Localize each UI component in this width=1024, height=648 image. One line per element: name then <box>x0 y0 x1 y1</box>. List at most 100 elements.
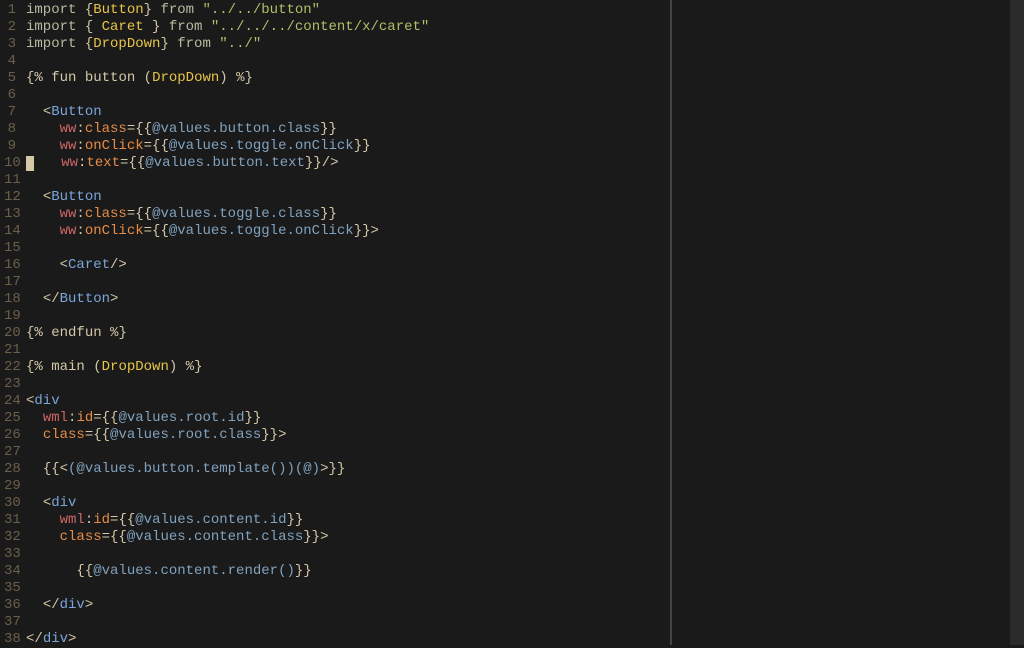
code-token: fun <box>51 70 76 86</box>
code-token: ( <box>144 70 152 86</box>
line-number: 32 <box>4 529 16 546</box>
line-number: 13 <box>4 206 16 223</box>
code-line[interactable]: </Button> <box>26 291 670 308</box>
code-line[interactable] <box>26 376 670 393</box>
code-line[interactable] <box>26 580 670 597</box>
code-line[interactable] <box>26 240 670 257</box>
code-line[interactable]: ww:text={{@values.button.text}}/> <box>26 155 670 172</box>
code-line[interactable]: <Button <box>26 104 670 121</box>
code-line[interactable]: import {DropDown} from "../" <box>26 36 670 53</box>
code-token: class <box>43 427 85 443</box>
code-line[interactable]: {{<(@values.button.template())(@)>}} <box>26 461 670 478</box>
code-line[interactable] <box>26 53 670 70</box>
code-token: > <box>278 427 286 443</box>
code-token: > <box>85 597 93 613</box>
code-line[interactable]: wml:id={{@values.content.id}} <box>26 512 670 529</box>
code-token: @values.toggle.class <box>152 206 320 222</box>
code-token: {% <box>26 70 51 86</box>
code-token: }} <box>320 121 337 137</box>
code-token: Caret <box>68 257 110 273</box>
code-line[interactable]: <Button <box>26 189 670 206</box>
code-token: import <box>26 36 85 52</box>
code-token: main <box>51 359 85 375</box>
code-token: from <box>160 19 210 35</box>
code-token: }} <box>261 427 278 443</box>
code-token: @values.toggle.onClick <box>169 223 354 239</box>
code-token: {{ <box>76 563 93 579</box>
code-line[interactable] <box>26 342 670 359</box>
code-line[interactable] <box>26 172 670 189</box>
code-token: %} <box>228 70 253 86</box>
line-number: 3 <box>4 36 16 53</box>
code-token: ww <box>60 223 77 239</box>
code-line[interactable]: import {Button} from "../../button" <box>26 2 670 19</box>
code-line[interactable]: {{@values.content.render()}} <box>26 563 670 580</box>
code-line[interactable]: class={{@values.root.class}}> <box>26 427 670 444</box>
code-token: {{ <box>43 461 60 477</box>
code-token: {{ <box>152 138 169 154</box>
code-token: (@values.button.template())(@) <box>68 461 320 477</box>
code-token: Button <box>60 291 110 307</box>
code-token: }} <box>328 461 345 477</box>
code-token: = <box>144 223 152 239</box>
code-token: @values.content.id <box>135 512 286 528</box>
editor-container: 1234567891011121314151617181920212223242… <box>0 0 1024 645</box>
code-line[interactable]: </div> <box>26 597 670 614</box>
code-line[interactable] <box>26 87 670 104</box>
line-number-gutter: 1234567891011121314151617181920212223242… <box>0 0 22 645</box>
code-token: } <box>144 2 152 18</box>
code-token: ( <box>85 359 102 375</box>
code-editor[interactable]: import {Button} from "../../button"impor… <box>22 0 670 645</box>
code-line[interactable]: <Caret/> <box>26 257 670 274</box>
code-token: from <box>169 36 219 52</box>
line-number: 34 <box>4 563 16 580</box>
code-line[interactable]: {% main (DropDown) %} <box>26 359 670 376</box>
line-number: 29 <box>4 478 16 495</box>
vertical-scrollbar[interactable] <box>1010 0 1024 645</box>
code-token: = <box>144 138 152 154</box>
code-line[interactable]: wml:id={{@values.root.id}} <box>26 410 670 427</box>
code-line[interactable]: ww:onClick={{@values.toggle.onClick}} <box>26 138 670 155</box>
code-token: </ <box>43 597 60 613</box>
secondary-pane <box>670 0 1010 645</box>
code-token: class <box>60 529 102 545</box>
code-line[interactable]: ww:class={{@values.button.class}} <box>26 121 670 138</box>
code-token: {{ <box>118 512 135 528</box>
code-line[interactable]: ww:onClick={{@values.toggle.onClick}}> <box>26 223 670 240</box>
code-token: import <box>26 19 85 35</box>
code-token: div <box>34 393 59 409</box>
code-line[interactable]: ww:class={{@values.toggle.class}} <box>26 206 670 223</box>
line-number: 25 <box>4 410 16 427</box>
code-token: div <box>51 495 76 511</box>
code-token: > <box>320 529 328 545</box>
code-line[interactable]: import { Caret } from "../../../content/… <box>26 19 670 36</box>
code-token: { <box>85 2 93 18</box>
line-number: 10 <box>4 155 16 172</box>
code-token: { <box>85 19 102 35</box>
code-token: Caret <box>102 19 144 35</box>
code-token: onClick <box>85 223 144 239</box>
line-number: 33 <box>4 546 16 563</box>
code-line[interactable] <box>26 274 670 291</box>
code-line[interactable]: class={{@values.content.class}}> <box>26 529 670 546</box>
code-token: ww <box>61 155 78 171</box>
line-number: 2 <box>4 19 16 36</box>
code-line[interactable] <box>26 614 670 631</box>
code-line[interactable]: {% endfun %} <box>26 325 670 342</box>
line-number: 38 <box>4 631 16 648</box>
code-line[interactable]: {% fun button (DropDown) %} <box>26 70 670 87</box>
code-token: div <box>43 631 68 645</box>
code-token: > <box>371 223 379 239</box>
line-number: 30 <box>4 495 16 512</box>
code-line[interactable] <box>26 444 670 461</box>
code-token: < <box>43 104 51 120</box>
line-number: 23 <box>4 376 16 393</box>
code-token: ww <box>60 138 77 154</box>
code-line[interactable]: <div <box>26 495 670 512</box>
code-line[interactable] <box>26 308 670 325</box>
code-line[interactable] <box>26 478 670 495</box>
code-line[interactable]: </div> <box>26 631 670 645</box>
line-number: 22 <box>4 359 16 376</box>
code-line[interactable] <box>26 546 670 563</box>
code-line[interactable]: <div <box>26 393 670 410</box>
